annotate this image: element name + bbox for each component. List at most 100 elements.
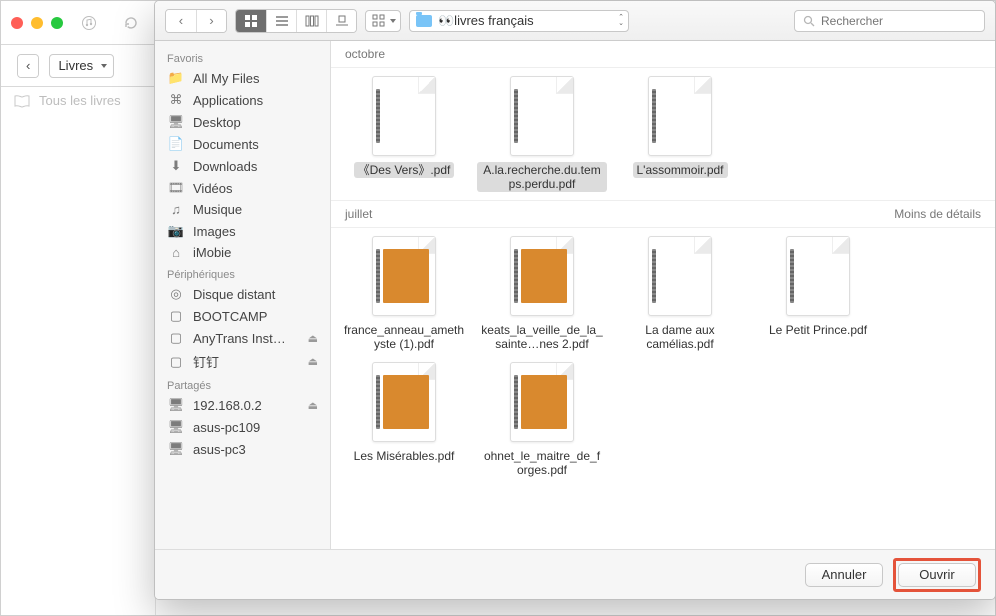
sidebar-item-icon: 📷 [167,223,185,239]
close-icon[interactable] [11,17,23,29]
icon-view-button[interactable] [236,10,266,32]
sidebar-item-label: Vidéos [193,181,233,196]
cancel-button[interactable]: Annuler [805,563,883,587]
sidebar-item-label: Desktop [193,115,241,130]
file-thumbnail [372,362,436,442]
file-item[interactable]: 《Des Vers》.pdf [339,76,469,192]
sidebar-item-icon: ▢ [167,308,185,324]
file-name: ohnet_le_maitre_de_forges.pdf [477,448,607,478]
file-thumbnail [648,76,712,156]
bg-back-button[interactable]: ‹ [18,55,38,77]
file-item[interactable]: La dame aux camélias.pdf [615,236,745,352]
sidebar-item-label: Images [193,224,236,239]
path-label: 👀livres français [438,13,534,29]
sidebar-item-device[interactable]: ▢AnyTrans Inst… [155,327,330,349]
path-popup[interactable]: 👀livres français [409,10,629,32]
search-field[interactable] [794,10,985,32]
sidebar-item-favorite[interactable]: ⌘Applications [155,89,330,111]
file-thumbnail [372,236,436,316]
arrange-button[interactable] [365,10,401,32]
file-name: 《Des Vers》.pdf [354,162,455,178]
sidebar-item-favorite[interactable]: 📷 Images [155,220,330,242]
file-name: keats_la_veille_de_la_sainte…nes 2.pdf [477,322,607,352]
sidebar-header: Favoris [155,47,330,67]
sidebar-item-icon: 📁 [167,70,185,86]
sidebar-item-favorite[interactable]: ⌂iMobie [155,242,330,263]
sidebar-item-device[interactable]: ▢钉钉 [155,349,330,374]
sidebar-item-icon: 🖥 [167,419,185,435]
file-thumbnail [510,76,574,156]
file-thumbnail [372,76,436,156]
sidebar-item-icon: ⌘ [167,92,185,108]
section-title: juillet [345,207,372,221]
sidebar-item-favorite[interactable]: ♫Musique [155,199,330,220]
bg-sidebar-item[interactable]: Tous les livres [1,87,155,114]
sidebar-item-label: iMobie [193,245,231,260]
library-dropdown-label: Livres [58,58,93,73]
file-item[interactable]: A.la.recherche.du.temps.perdu.pdf [477,76,607,192]
sidebar-header: Partagés [155,374,330,394]
sidebar-item-favorite[interactable]: ⬇Downloads [155,155,330,177]
file-item[interactable]: france_anneau_amethyste (1).pdf [339,236,469,352]
sidebar-item-icon: ▢ [167,354,185,370]
refresh-icon[interactable] [115,11,147,35]
column-view-button[interactable] [296,10,326,32]
file-name: La dame aux camélias.pdf [615,322,745,352]
sidebar-item-label: Documents [193,137,259,152]
file-content-area: octobre《Des Vers》.pdfA.la.recherche.du.t… [331,41,995,549]
bg-sidebar: Tous les livres [1,87,156,615]
sidebar-item-label: Musique [193,202,242,217]
file-name: Les Misérables.pdf [350,448,459,464]
list-view-button[interactable] [266,10,296,32]
sidebar-item-device[interactable]: ◎ Disque distant [155,283,330,305]
folder-icon [416,15,432,27]
file-item[interactable]: keats_la_veille_de_la_sainte…nes 2.pdf [477,236,607,352]
coverflow-view-button[interactable] [326,10,356,32]
traffic-lights [11,17,63,29]
zoom-icon[interactable] [51,17,63,29]
sidebar-item-favorite[interactable]: 🎞 Vidéos [155,177,330,199]
sidebar-item-shared[interactable]: 🖥192.168.0.2 [155,394,330,416]
search-input[interactable] [821,14,976,28]
sidebar-item-label: 192.168.0.2 [193,398,262,413]
sidebar-item-label: BOOTCAMP [193,309,267,324]
section-header: juillet Moins de détails [331,200,995,228]
file-grid: 《Des Vers》.pdf A.la.recherche.du.temps.pe… [331,68,995,200]
minimize-icon[interactable] [31,17,43,29]
file-item[interactable]: Les Misérables.pdf [339,362,469,478]
open-button[interactable]: Ouvrir [898,563,976,587]
file-item[interactable]: Le Petit Prince.pdf [753,236,883,352]
sidebar-item-shared[interactable]: 🖥asus-pc109 [155,416,330,438]
search-icon [803,15,815,27]
bg-back-forward[interactable]: ‹ [17,54,39,78]
details-toggle[interactable]: Moins de détails [894,207,981,221]
forward-button[interactable]: › [196,10,226,32]
file-name: Le Petit Prince.pdf [765,322,871,338]
sidebar-item-label: asus-pc3 [193,442,246,457]
sidebar-item-icon: ◎ [167,286,185,302]
file-name: L'assommoir.pdf [633,162,728,178]
file-thumbnail [786,236,850,316]
file-name: france_anneau_amethyste (1).pdf [339,322,469,352]
file-item[interactable]: L'assommoir.pdf [615,76,745,192]
sidebar-item-icon: 🖥 [167,441,185,457]
file-thumbnail [510,236,574,316]
nav-back-forward: ‹ › [165,9,227,33]
open-dialog: ‹ › 👀livres français Favoris 📁 All My File… [154,0,996,600]
library-dropdown[interactable]: Livres [49,54,114,78]
sidebar-item-favorite[interactable]: 🖥Desktop [155,111,330,133]
back-button[interactable]: ‹ [166,10,196,32]
sidebar-item-favorite[interactable]: 📁 All My Files [155,67,330,89]
sidebar-item-label: AnyTrans Inst… [193,331,286,346]
sidebar-item-label: Disque distant [193,287,275,302]
sidebar-item-device[interactable]: ▢ BOOTCAMP [155,305,330,327]
music-icon[interactable] [73,11,105,35]
sidebar-item-label: Downloads [193,159,257,174]
bg-sidebar-label: Tous les livres [39,93,121,108]
sidebar-item-label: All My Files [193,71,259,86]
file-item[interactable]: ohnet_le_maitre_de_forges.pdf [477,362,607,478]
sidebar: Favoris📁All My Files⌘Applications🖥Deskto… [155,41,331,549]
sidebar-item-icon: 🎞 [167,180,185,196]
sidebar-item-favorite[interactable]: 📄Documents [155,133,330,155]
sidebar-item-shared[interactable]: 🖥 asus-pc3 [155,438,330,460]
